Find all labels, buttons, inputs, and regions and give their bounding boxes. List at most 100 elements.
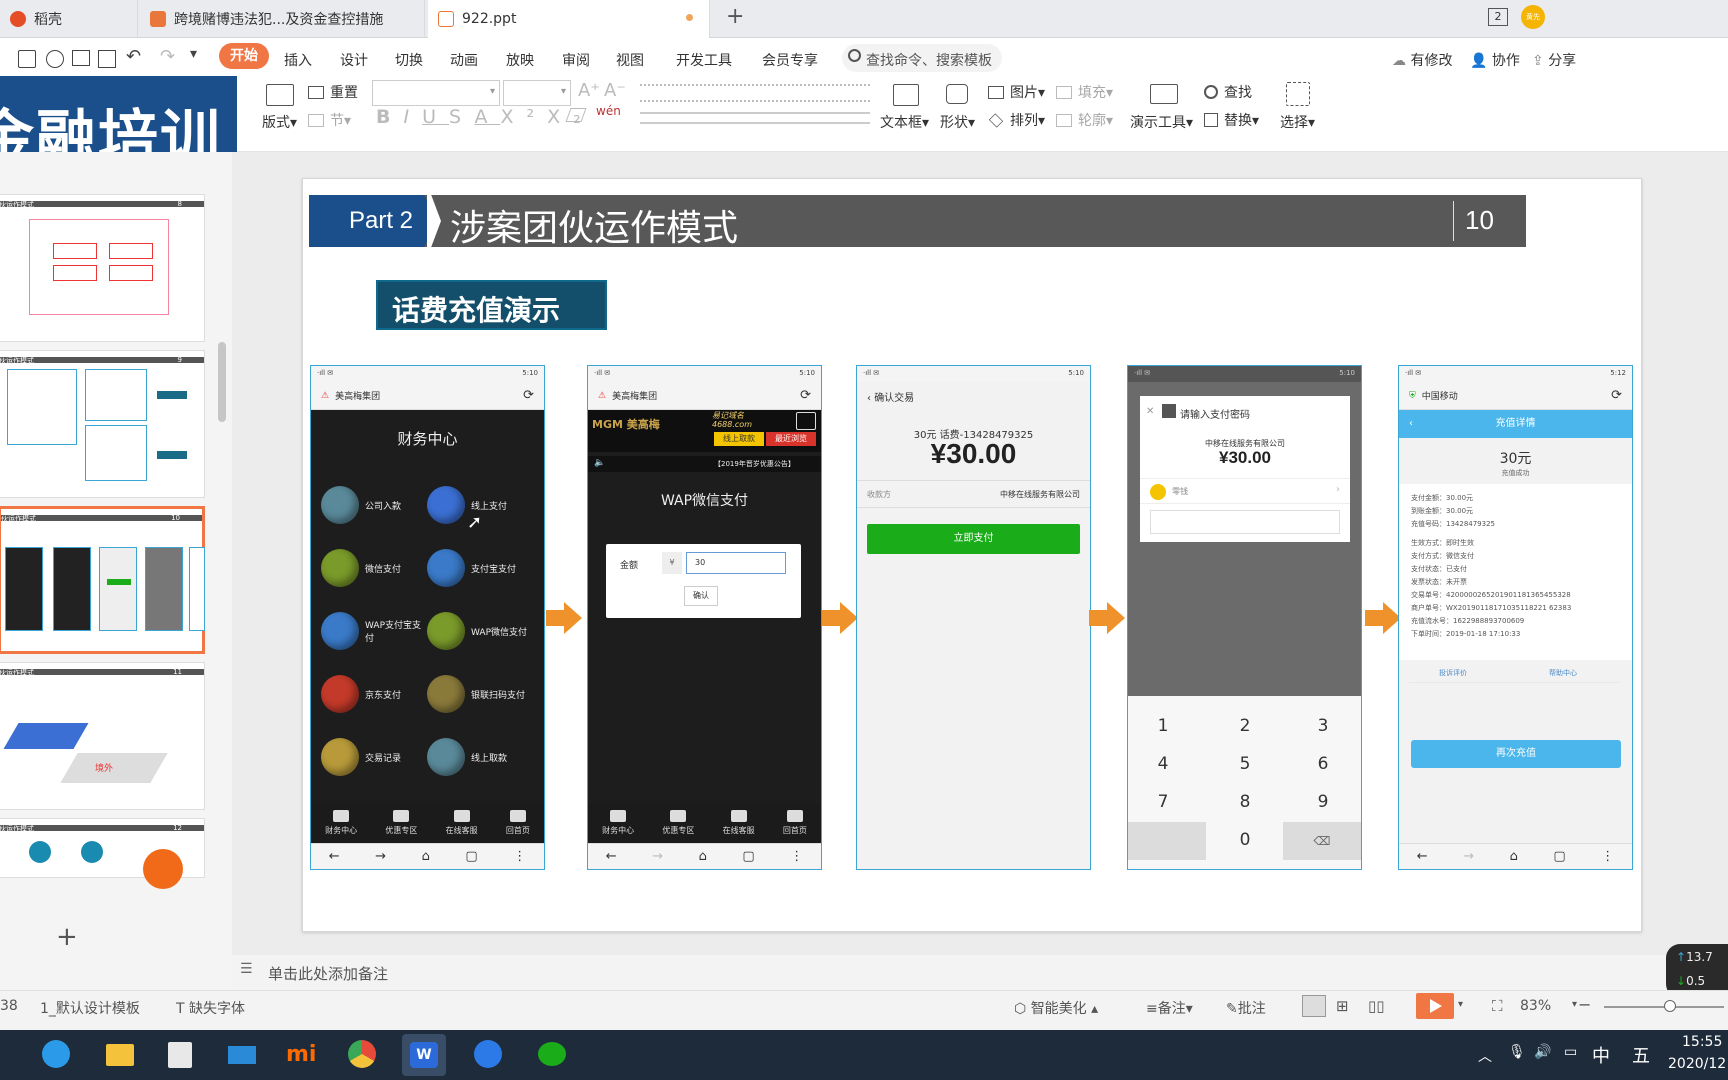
- key-5[interactable]: 5: [1210, 754, 1280, 774]
- tab-active-ppt[interactable]: 922.ppt: [428, 0, 710, 38]
- replace-button[interactable]: 替换▾: [1204, 110, 1259, 130]
- amount-input[interactable]: 30: [686, 552, 786, 574]
- reset-button[interactable]: 重置: [308, 82, 358, 102]
- zoom-dropdown-icon[interactable]: ▾: [1572, 999, 1577, 1010]
- pay-option-unionpay-qr[interactable]: 银联扫码支付: [427, 675, 537, 713]
- menu-transition[interactable]: 切换: [395, 50, 423, 70]
- normal-view-icon[interactable]: [1302, 995, 1326, 1017]
- clock-date[interactable]: 2020/12: [1668, 1056, 1726, 1072]
- notes-toggle-button[interactable]: ≡备注▾: [1146, 998, 1193, 1018]
- pay-option-company-deposit[interactable]: 公司入款: [321, 486, 421, 524]
- font-size-select[interactable]: ▾: [503, 80, 571, 106]
- pay-option-alipay[interactable]: 支付宝支付: [427, 549, 527, 587]
- recharge-again-button[interactable]: 再次充值: [1411, 740, 1621, 768]
- network-icon[interactable]: ▭: [1564, 1044, 1577, 1060]
- fill-button[interactable]: 填充▾: [1056, 82, 1113, 102]
- home-icon[interactable]: ⌂: [422, 849, 430, 864]
- feishu-icon[interactable]: [472, 1040, 504, 1070]
- menu-review[interactable]: 审阅: [562, 50, 590, 70]
- nav-promotions[interactable]: 优惠专区: [385, 810, 417, 836]
- microphone-icon[interactable]: 🎙: [1508, 1044, 1526, 1060]
- wechat-icon[interactable]: [536, 1040, 568, 1070]
- key-1[interactable]: 1: [1128, 716, 1198, 736]
- zoom-slider-thumb[interactable]: [1664, 1000, 1676, 1012]
- undo-icon[interactable]: ↶: [126, 46, 141, 67]
- more-icon[interactable]: ⋮: [790, 849, 803, 864]
- nav-customer-service[interactable]: 在线客服: [723, 810, 755, 836]
- back-icon[interactable]: ←: [329, 849, 340, 864]
- missing-font-button[interactable]: T 缺失字体: [176, 998, 245, 1018]
- arrange-button[interactable]: 排列▾: [988, 110, 1045, 130]
- password-input[interactable]: [1150, 510, 1340, 534]
- pay-option-transactions[interactable]: 交易记录: [321, 738, 421, 776]
- ime-language[interactable]: 中: [1592, 1042, 1610, 1068]
- pay-now-button[interactable]: 立即支付: [867, 524, 1080, 554]
- font-family-select[interactable]: ▾: [372, 80, 500, 106]
- wps-icon[interactable]: W: [402, 1034, 446, 1076]
- tray-expand-icon[interactable]: ︿: [1478, 1046, 1492, 1066]
- present-tool-button[interactable]: 演示工具▾: [1130, 112, 1193, 132]
- home-icon[interactable]: ⌂: [1510, 849, 1518, 864]
- key-4[interactable]: 4: [1128, 754, 1198, 774]
- key-2[interactable]: 2: [1210, 716, 1280, 736]
- pay-option-wap-wechat[interactable]: WAP微信支付: [427, 612, 531, 650]
- quick-access-dropdown-icon[interactable]: ▾: [190, 46, 197, 62]
- paragraph-tools[interactable]: [640, 84, 870, 102]
- thumbnail-scrollbar[interactable]: [218, 342, 226, 422]
- command-search-input[interactable]: 查找命令、搜索模板: [842, 44, 1002, 72]
- section-button[interactable]: 节▾: [308, 110, 351, 130]
- print-icon[interactable]: [72, 50, 90, 66]
- nav-finance-center[interactable]: 财务中心: [602, 810, 634, 836]
- slide-thumbnail-selected[interactable]: 伙运作模式 10: [0, 506, 205, 654]
- slide-thumbnail[interactable]: 伙运作模式 9: [0, 350, 205, 498]
- font-shrink-icon[interactable]: A⁻: [604, 80, 626, 101]
- outline-button[interactable]: 轮廓▾: [1056, 110, 1113, 130]
- tab-docer[interactable]: 稻壳: [0, 0, 138, 38]
- volume-icon[interactable]: 🔊: [1534, 1044, 1551, 1060]
- nav-promotions[interactable]: 优惠专区: [662, 810, 694, 836]
- pay-option-withdraw[interactable]: 线上取款: [427, 738, 527, 776]
- phonetic-icon[interactable]: wén: [596, 104, 621, 118]
- font-grow-icon[interactable]: A⁺: [578, 80, 600, 101]
- share-button[interactable]: ⇪ 分享: [1532, 50, 1728, 70]
- more-icon[interactable]: ⋮: [513, 849, 526, 864]
- pay-option-jd[interactable]: 京东支付: [321, 675, 421, 713]
- home-icon[interactable]: ⌂: [699, 849, 707, 864]
- key-9[interactable]: 9: [1288, 792, 1358, 812]
- nav-customer-service[interactable]: 在线客服: [446, 810, 478, 836]
- ime-mode[interactable]: 五: [1632, 1042, 1650, 1068]
- recent-button[interactable]: 最近浏览: [766, 432, 816, 446]
- forward-icon[interactable]: →: [1463, 849, 1474, 864]
- slide-thumbnail[interactable]: 伙运作模式 8: [0, 194, 205, 342]
- play-dropdown-icon[interactable]: ▾: [1458, 999, 1463, 1010]
- print-preview-icon[interactable]: [98, 50, 116, 68]
- forward-icon[interactable]: →: [375, 849, 386, 864]
- slide-thumbnail[interactable]: 伙运作模式 12: [0, 818, 205, 889]
- menu-developer[interactable]: 开发工具: [676, 50, 732, 70]
- mi-icon[interactable]: mi: [286, 1040, 318, 1070]
- payment-method-row[interactable]: 零钱 ›: [1140, 478, 1350, 504]
- menu-design[interactable]: 设计: [340, 50, 368, 70]
- layout-button[interactable]: 版式▾: [262, 112, 297, 132]
- picture-button[interactable]: 图片▾: [988, 82, 1045, 102]
- pay-option-wechat[interactable]: 微信支付: [321, 549, 421, 587]
- back-icon[interactable]: ←: [1417, 849, 1428, 864]
- menu-home[interactable]: 开始: [219, 43, 269, 69]
- backspace-icon[interactable]: ⌫: [1283, 822, 1361, 860]
- mail-icon[interactable]: [226, 1040, 258, 1070]
- confirm-button[interactable]: 确认: [684, 586, 718, 606]
- reading-view-icon[interactable]: ▯▯: [1368, 997, 1385, 1015]
- save-icon[interactable]: [18, 50, 36, 68]
- menu-view[interactable]: 视图: [616, 50, 644, 70]
- notes-area[interactable]: ☰ 单击此处添加备注: [232, 955, 1728, 989]
- menu-animation[interactable]: 动画: [450, 50, 478, 70]
- back-icon[interactable]: ←: [606, 849, 617, 864]
- text-format-icons[interactable]: BIUSAX²X₂: [376, 106, 594, 128]
- slide-sorter-icon[interactable]: ⊞: [1336, 997, 1349, 1015]
- chrome-icon[interactable]: [346, 1040, 378, 1070]
- window-count-icon[interactable]: 2: [1488, 8, 1508, 26]
- complaint-link[interactable]: 投诉评价: [1439, 668, 1467, 678]
- edge-icon[interactable]: [40, 1040, 72, 1070]
- redo-icon[interactable]: ↷: [160, 46, 175, 67]
- tab-document[interactable]: 跨境赌博违法犯...及资金查控措施: [140, 0, 425, 38]
